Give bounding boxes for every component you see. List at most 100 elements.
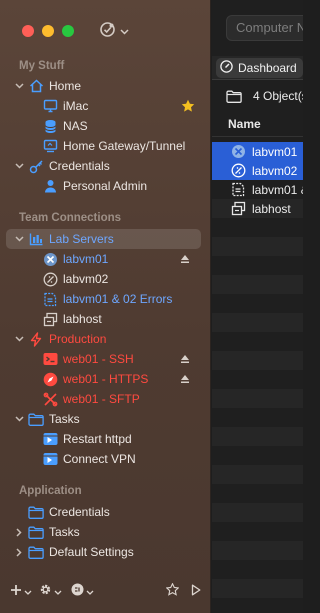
sidebar-item-credentials[interactable]: Credentials (6, 156, 201, 176)
favorites-button[interactable] (165, 582, 180, 599)
chevron-down-icon[interactable] (14, 413, 24, 425)
table-row[interactable]: labhost (212, 199, 303, 218)
empty-row (212, 313, 303, 332)
sidebar-item-default-settings[interactable]: Default Settings (6, 542, 201, 562)
sidebar-item-connect-vpn[interactable]: Connect VPN (6, 449, 201, 469)
play-icon (191, 584, 201, 599)
eject-icon[interactable] (179, 373, 191, 385)
lightning-icon (28, 331, 44, 347)
gateway-icon (42, 138, 58, 154)
search-input[interactable]: Computer Name (226, 15, 303, 41)
connection-status-icon (99, 21, 116, 41)
settings-menu-button[interactable] (39, 583, 62, 599)
empty-row (212, 294, 303, 313)
sidebar-item-label: Default Settings (49, 545, 134, 559)
column-header-name[interactable]: Name (228, 117, 261, 131)
favorite-star-icon[interactable] (181, 99, 195, 113)
close-window-button[interactable] (22, 25, 34, 37)
chevron-down-icon[interactable] (14, 233, 24, 245)
chevron-down-icon (86, 584, 94, 598)
house-icon (28, 78, 44, 94)
sidebar-item-tasks[interactable]: Tasks (6, 409, 201, 429)
gear-icon (39, 583, 52, 599)
sidebar-item-app-credentials[interactable]: Credentials (6, 502, 201, 522)
empty-row (212, 427, 303, 446)
sidebar-item-label: Home (49, 79, 82, 93)
object-count: 4 Object(s) (253, 89, 303, 103)
empty-row (212, 370, 303, 389)
sidebar-item-nas[interactable]: NAS (6, 116, 201, 136)
vm-connection-icon (42, 251, 58, 267)
sidebar-item-label: iMac (63, 99, 89, 113)
sidebar-item-label: Production (49, 332, 107, 346)
sidebar-item-labvm01[interactable]: labvm01 (6, 249, 201, 269)
sidebar-item-label: Tasks (49, 412, 80, 426)
sidebar-item-web01-sftp[interactable]: web01 - SFTP (6, 389, 201, 409)
app-window: My Stuff Home iMac NAS Home Gateway/Tunn… (0, 0, 303, 613)
folder-icon (226, 88, 242, 104)
compass-icon (42, 371, 58, 387)
sidebar-item-label: NAS (63, 119, 88, 133)
sidebar-item-personal-admin[interactable]: Personal Admin (6, 176, 201, 196)
connect-button[interactable] (191, 583, 201, 599)
host-icon (42, 311, 58, 327)
terminal-icon (42, 351, 58, 367)
dashboard-icon (220, 60, 233, 76)
chevron-down-icon (120, 24, 129, 38)
sidebar-item-web01-ssh[interactable]: web01 - SSH (6, 349, 201, 369)
section-my-stuff: My Stuff (19, 60, 65, 72)
title-bar (0, 0, 211, 56)
sidebar-item-home[interactable]: Home (6, 76, 201, 96)
account-menu-button[interactable] (71, 583, 94, 599)
objects-summary: 4 Object(s) (212, 81, 303, 111)
empty-row (212, 408, 303, 427)
tab-bar: Dashboard (212, 56, 303, 80)
minimize-window-button[interactable] (42, 25, 54, 37)
add-menu-button[interactable] (10, 583, 32, 599)
sidebar-item-app-tasks[interactable]: Tasks (6, 522, 201, 542)
plus-icon (10, 584, 22, 599)
folder-icon (28, 411, 44, 427)
sidebar-item-imac[interactable]: iMac (6, 96, 201, 116)
empty-row (212, 275, 303, 294)
empty-row (212, 218, 303, 237)
database-icon (42, 118, 58, 134)
eject-icon[interactable] (179, 253, 191, 265)
sidebar-item-label: Personal Admin (63, 179, 148, 193)
sidebar-item-label: web01 - SSH (63, 352, 134, 366)
sidebar-item-labvm-errors[interactable]: labvm01 & 02 Errors (6, 289, 201, 309)
connection-status-menu[interactable] (99, 22, 129, 40)
tab-dashboard[interactable]: Dashboard (216, 58, 303, 78)
table-row[interactable]: labvm02 (212, 161, 303, 180)
sidebar-item-label: web01 - SFTP (63, 392, 140, 406)
empty-row (212, 389, 303, 408)
chevron-down-icon[interactable] (14, 160, 24, 172)
sidebar-item-web01-https[interactable]: web01 - HTTPS (6, 369, 201, 389)
chevron-right-icon[interactable] (14, 526, 24, 538)
empty-row (212, 465, 303, 484)
sidebar-item-label: labhost (63, 312, 102, 326)
key-icon (28, 158, 44, 174)
sidebar-item-home-gateway[interactable]: Home Gateway/Tunnel (6, 136, 201, 156)
tab-label: Dashboard (238, 61, 297, 75)
eject-icon[interactable] (179, 353, 191, 365)
task-icon (42, 431, 58, 447)
file-transfer-icon (42, 391, 58, 407)
sidebar-item-label: labvm01 (63, 252, 109, 266)
sidebar: My Stuff Home iMac NAS Home Gateway/Tunn… (0, 0, 211, 613)
empty-row (212, 237, 303, 256)
sidebar-bottom-toolbar (0, 576, 211, 606)
sidebar-item-labhost[interactable]: labhost (6, 309, 201, 329)
table-row[interactable]: labvm01 (212, 142, 303, 161)
sidebar-item-lab-servers[interactable]: Lab Servers (6, 229, 201, 249)
chevron-right-icon[interactable] (14, 546, 24, 558)
table-header: Name (212, 111, 303, 137)
zoom-window-button[interactable] (62, 25, 74, 37)
sidebar-item-restart-httpd[interactable]: Restart httpd (6, 429, 201, 449)
table-row[interactable]: labvm01 & 02 Errors (212, 180, 303, 199)
chevron-down-icon[interactable] (14, 333, 24, 345)
chevron-down-icon[interactable] (14, 80, 24, 92)
empty-row (212, 351, 303, 370)
sidebar-item-labvm02[interactable]: labvm02 (6, 269, 201, 289)
sidebar-item-production[interactable]: Production (6, 329, 201, 349)
